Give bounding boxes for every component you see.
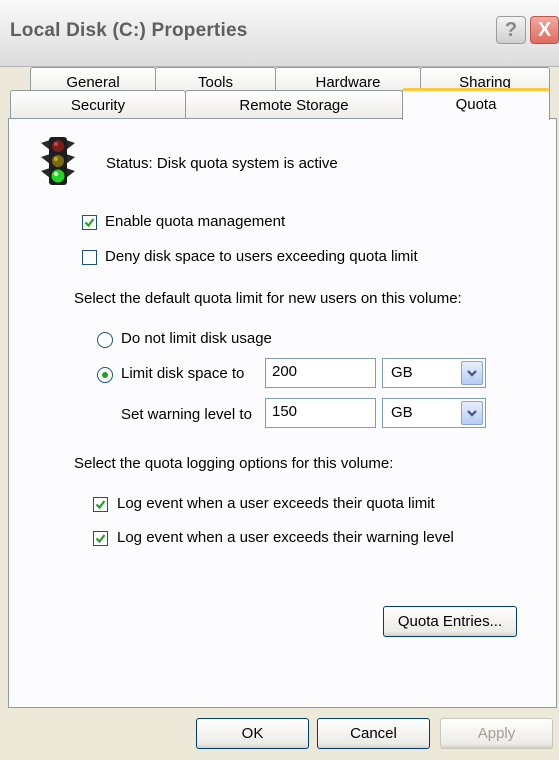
- tab-quota[interactable]: Quota: [402, 88, 550, 120]
- title-bar: Local Disk (C:) Properties ? X: [0, 0, 559, 67]
- checkmark-icon: [95, 500, 106, 510]
- log-warning-label[interactable]: Log event when a user exceeds their warn…: [117, 529, 454, 546]
- help-button[interactable]: ?: [496, 16, 526, 44]
- deny-space-checkbox[interactable]: [82, 250, 97, 265]
- close-button[interactable]: X: [530, 16, 559, 44]
- quota-entries-button[interactable]: Quota Entries...: [383, 606, 517, 637]
- logging-heading: Select the quota logging options for thi…: [74, 455, 394, 472]
- default-limit-heading: Select the default quota limit for new u…: [74, 290, 462, 307]
- limit-unit-select[interactable]: GB: [382, 358, 486, 388]
- window-title: Local Disk (C:) Properties: [10, 20, 248, 41]
- deny-space-label[interactable]: Deny disk space to users exceeding quota…: [105, 248, 418, 265]
- close-icon: X: [537, 19, 552, 41]
- enable-quota-checkbox[interactable]: [82, 215, 97, 230]
- limit-space-radio[interactable]: [97, 367, 113, 383]
- no-limit-radio[interactable]: [97, 332, 113, 348]
- log-limit-label[interactable]: Log event when a user exceeds their quot…: [117, 495, 435, 512]
- limit-value-field[interactable]: 200: [265, 358, 376, 388]
- quota-panel: Status: Disk quota system is active Enab…: [8, 118, 557, 708]
- checkmark-icon: [84, 218, 95, 228]
- traffic-light-icon: [41, 137, 75, 189]
- apply-button[interactable]: Apply: [440, 718, 553, 749]
- limit-space-label[interactable]: Limit disk space to: [121, 365, 244, 382]
- tab-security[interactable]: Security: [10, 90, 186, 120]
- ok-button[interactable]: OK: [196, 718, 309, 749]
- log-limit-checkbox[interactable]: [93, 497, 108, 512]
- warning-unit-select[interactable]: GB: [382, 398, 486, 428]
- warning-level-label: Set warning level to: [121, 406, 252, 423]
- warning-value-field[interactable]: 150: [265, 398, 376, 428]
- chevron-down-icon[interactable]: [461, 361, 483, 385]
- status-text: Status: Disk quota system is active: [106, 155, 338, 172]
- tab-remote-storage[interactable]: Remote Storage: [185, 90, 403, 120]
- radio-selected-dot: [102, 372, 108, 378]
- checkmark-icon: [95, 534, 106, 544]
- enable-quota-label[interactable]: Enable quota management: [105, 213, 285, 230]
- no-limit-label[interactable]: Do not limit disk usage: [121, 330, 272, 347]
- log-warning-checkbox[interactable]: [93, 531, 108, 546]
- cancel-button[interactable]: Cancel: [317, 718, 430, 749]
- chevron-down-icon[interactable]: [461, 401, 483, 425]
